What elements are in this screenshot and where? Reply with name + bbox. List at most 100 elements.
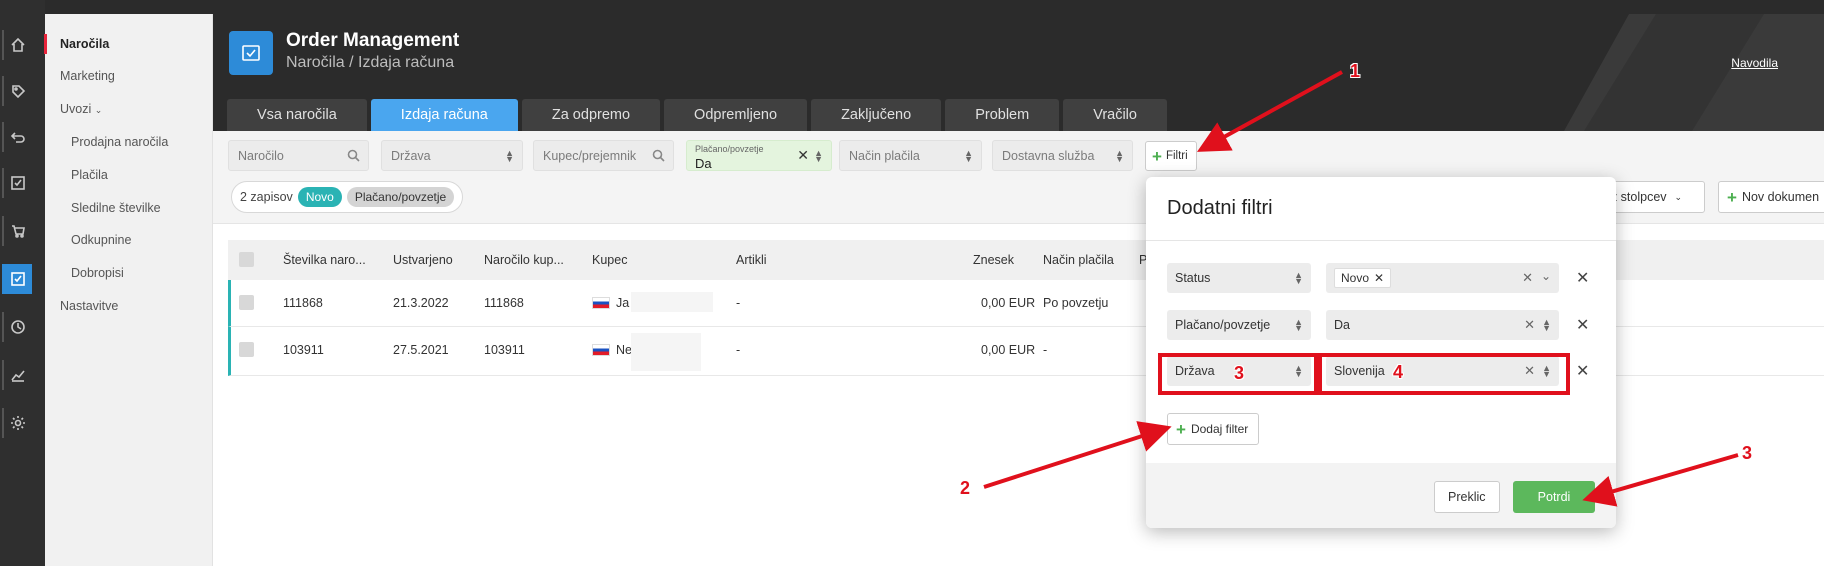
annotation-number: 1 — [1350, 61, 1361, 81]
plus-icon: + — [1176, 419, 1186, 439]
return-icon[interactable] — [2, 122, 32, 152]
column-header[interactable]: Način plačila — [1043, 253, 1114, 267]
tab-za-odpremo[interactable]: Za odpremo — [521, 99, 661, 131]
row-checkbox[interactable] — [239, 342, 254, 357]
input-placeholder: Kupec/prejemnik — [543, 148, 637, 163]
button-label: Dodaj filter — [1190, 422, 1249, 436]
icon-rail — [0, 0, 45, 566]
page-title: Order Management — [286, 30, 460, 51]
clear-icon[interactable]: ✕ — [797, 147, 809, 164]
sort-arrows-icon: ▲ ▼ — [505, 148, 514, 164]
select-placeholder: Način plačila — [849, 148, 920, 163]
sidebar-item-nastavitve[interactable]: Nastavitve — [60, 299, 118, 313]
chart-icon[interactable] — [2, 360, 32, 390]
home-icon[interactable] — [2, 30, 32, 60]
sidebar-item-sledilne-stevilke[interactable]: Sledilne številke — [71, 201, 161, 215]
confirm-button[interactable]: Potrdi — [1513, 481, 1595, 513]
checklist-icon[interactable] — [2, 168, 32, 198]
filter-value-select[interactable]: Novo ✕ ✕ ⌄ — [1326, 263, 1559, 293]
sidebar: Naročila Marketing Uvozi ⌄ Prodajna naro… — [43, 14, 213, 566]
chevron-down-icon: ⌄ — [1674, 191, 1683, 202]
sidebar-item-uvozi[interactable]: Uvozi ⌄ — [60, 102, 102, 116]
clear-icon[interactable]: ✕ — [1522, 270, 1533, 286]
sidebar-item-label: Uvozi — [60, 102, 92, 116]
remove-tag-icon[interactable]: ✕ — [1374, 271, 1384, 285]
chevron-down-icon: ⌄ — [94, 105, 103, 115]
customer-search-input[interactable]: Kupec/prejemnik — [533, 140, 674, 171]
column-header[interactable]: Artikli — [736, 253, 767, 267]
amount: 0,00 EUR — [981, 343, 1036, 357]
created-date: 21.3.2022 — [393, 296, 449, 310]
sidebar-item-narocila[interactable]: Naročila — [43, 34, 109, 54]
filter-field-select[interactable]: Status ▲ ▼ — [1167, 263, 1311, 293]
column-header[interactable]: Naročilo kup... — [484, 253, 564, 267]
paid-filter-select[interactable]: Plačano/povzetje Da ✕ ▲ ▼ — [686, 140, 832, 171]
field-value: Da — [695, 156, 712, 171]
annotation-highlight-value — [1318, 353, 1570, 395]
filter-value-select[interactable]: Da ✕ ▲ ▼ — [1326, 310, 1559, 340]
tab-vsa-narocila[interactable]: Vsa naročila — [227, 99, 367, 131]
clock-icon[interactable] — [2, 312, 32, 342]
slovenia-flag-icon — [592, 297, 610, 309]
add-filter-button[interactable]: + Dodaj filter — [1167, 413, 1260, 445]
order-icon[interactable] — [2, 264, 32, 294]
tab-zakljuceno[interactable]: Zaključeno — [811, 99, 942, 131]
select-placeholder: Država — [391, 148, 431, 163]
cancel-button[interactable]: Preklic — [1434, 481, 1500, 513]
more-filters-button[interactable]: + Filtri — [1145, 141, 1197, 171]
column-header[interactable]: Številka naro... — [283, 253, 366, 267]
plus-icon: + — [1152, 146, 1162, 166]
column-header[interactable]: Znesek — [973, 253, 1014, 267]
customer-order-number: 103911 — [484, 343, 525, 357]
remove-filter-icon[interactable]: ✕ — [1576, 361, 1589, 381]
sidebar-item-dobropisi[interactable]: Dobropisi — [71, 266, 124, 280]
sidebar-item-prodajna-narocila[interactable]: Prodajna naročila — [71, 135, 168, 149]
column-header[interactable]: Ustvarjeno — [393, 253, 453, 267]
sidebar-item-placila[interactable]: Plačila — [71, 168, 108, 182]
chevron-down-icon: ⌄ — [1540, 269, 1551, 283]
search-icon — [347, 149, 360, 165]
tab-problem[interactable]: Problem — [945, 99, 1060, 131]
cart-icon[interactable] — [2, 216, 32, 246]
order-number[interactable]: 111868 — [283, 296, 323, 310]
select-placeholder: Dostavna služba — [1002, 148, 1095, 163]
order-number[interactable]: 103911 — [283, 343, 324, 357]
column-header[interactable]: Kupec — [592, 253, 627, 267]
clear-icon[interactable]: ✕ — [1524, 317, 1535, 333]
app-header: Order Management Naročila / Izdaja račun… — [213, 0, 1824, 131]
status-chip[interactable]: Novo — [297, 187, 342, 207]
annotation-number: 3 — [1742, 443, 1753, 463]
sidebar-item-marketing[interactable]: Marketing — [60, 69, 115, 83]
order-management-icon — [229, 31, 273, 75]
annotation-number: 4 — [1393, 362, 1404, 382]
select-all-checkbox[interactable] — [239, 252, 254, 267]
search-icon — [652, 149, 665, 165]
sort-arrows-icon: ▲ ▼ — [1115, 148, 1124, 164]
active-filter-summary: 2 zapisov Novo Plačano/povzetje — [231, 181, 464, 213]
remove-filter-icon[interactable]: ✕ — [1576, 315, 1589, 335]
field-name: Plačano/povzetje — [1175, 318, 1271, 332]
redacted-area — [631, 333, 701, 371]
country-select[interactable]: Država ▲ ▼ — [381, 140, 523, 171]
tab-izdaja-racuna[interactable]: Izdaja računa — [370, 99, 518, 131]
remove-filter-icon[interactable]: ✕ — [1576, 268, 1589, 288]
paid-chip[interactable]: Plačano/povzetje — [346, 187, 455, 207]
filter-field-select[interactable]: Plačano/povzetje ▲ ▼ — [1167, 310, 1311, 340]
sort-arrows-icon: ▲ ▼ — [1294, 317, 1303, 333]
order-search-input[interactable]: Naročilo — [228, 140, 369, 171]
tag-icon[interactable] — [2, 76, 32, 106]
help-link[interactable]: Navodila — [1731, 56, 1778, 70]
items: - — [736, 343, 741, 357]
customer-order-number: 111868 — [484, 296, 524, 310]
payment-method-select[interactable]: Način plačila ▲ ▼ — [839, 140, 982, 171]
tab-odpremljeno[interactable]: Odpremljeno — [664, 99, 808, 131]
dialog-header: Dodatni filtri — [1146, 177, 1616, 241]
tab-vracilo[interactable]: Vračilo — [1063, 99, 1167, 131]
delivery-service-select[interactable]: Dostavna služba ▲ ▼ — [992, 140, 1133, 171]
gear-icon[interactable] — [2, 408, 32, 438]
field-label: Plačano/povzetje — [695, 144, 764, 154]
sidebar-item-odkupnine[interactable]: Odkupnine — [71, 233, 131, 247]
record-count: 2 zapisov — [240, 190, 293, 204]
row-checkbox[interactable] — [239, 295, 254, 310]
new-document-button[interactable]: + Nov dokumen — [1718, 181, 1824, 213]
